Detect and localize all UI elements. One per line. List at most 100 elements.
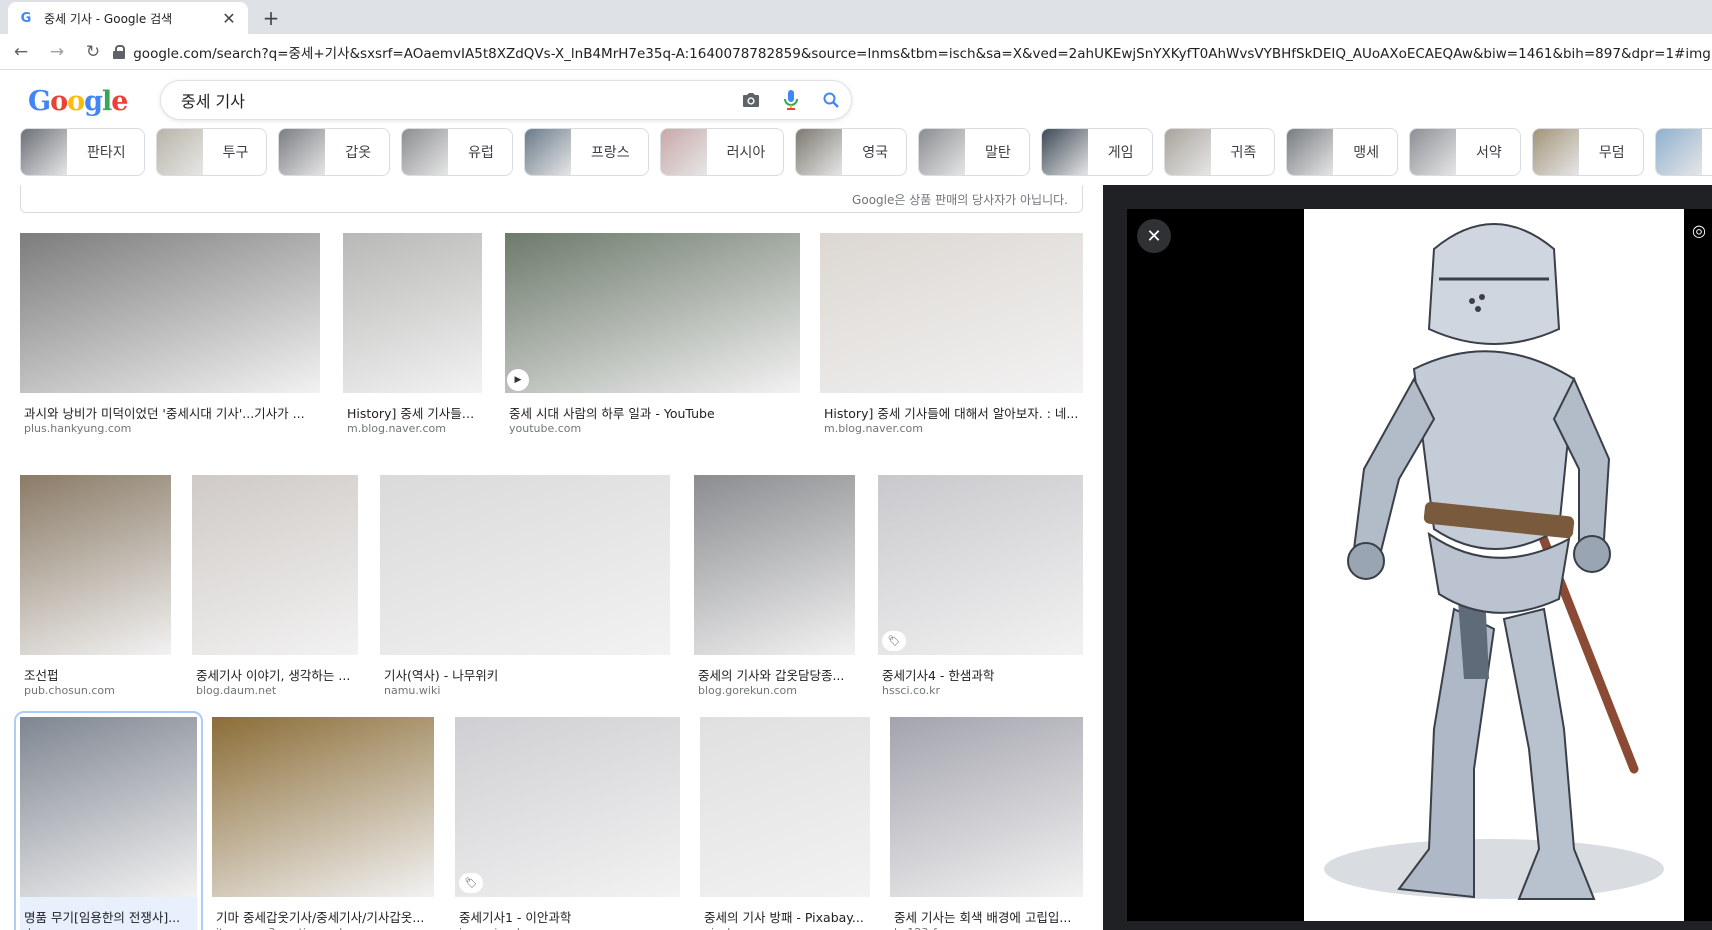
result-source[interactable]: m.blog.naver.com — [824, 422, 923, 435]
chip-label: 유럽 — [468, 145, 494, 161]
search-box[interactable]: 중세 기사 — [160, 80, 852, 120]
result-source[interactable]: m.blog.naver.com — [347, 422, 446, 435]
google-favicon-icon: G — [20, 10, 32, 26]
result-title[interactable]: 중세기사1 - 이안과학 — [459, 907, 678, 926]
result-thumbnail[interactable] — [890, 717, 1083, 897]
result-title[interactable]: 조선펍 — [24, 665, 169, 684]
browser-tab[interactable]: G 중세 기사 - Google 검색 ✕ — [8, 2, 248, 34]
result-source[interactable]: plus.hankyung.com — [24, 422, 131, 435]
reload-button[interactable]: ↻ — [78, 42, 108, 62]
result-source[interactable]: iaansci.co.kr — [459, 926, 528, 930]
result-tile[interactable]: History] 중세 기사들에 ... m.blog.naver.com — [343, 233, 482, 441]
chip-10[interactable]: 맹세 — [1286, 128, 1399, 176]
forward-button[interactable]: → — [42, 42, 72, 62]
search-icon[interactable] — [811, 91, 851, 109]
result-title[interactable]: 기사(역사) - 나무위키 — [384, 665, 668, 684]
result-source[interactable]: blog.gorekun.com — [698, 684, 797, 697]
result-thumbnail[interactable] — [20, 717, 197, 897]
result-thumbnail[interactable] — [192, 475, 358, 655]
result-tile[interactable]: 명품 무기[임용한의 전쟁사]...donga.com — [14, 711, 203, 930]
ad-disclaimer: Google은 상품 판매의 당사자가 아닙니다. — [852, 193, 1068, 207]
result-tile[interactable]: 과시와 낭비가 미덕이었던 '중세시대 기사'...기사가 ... plus.ha… — [20, 233, 320, 441]
result-thumbnail[interactable] — [343, 233, 482, 393]
chip-4[interactable]: 프랑스 — [523, 128, 649, 176]
chip-7[interactable]: 말탄 — [917, 128, 1030, 176]
result-tile[interactable]: 중세의 기사와 갑옷담당종... blog.gorekun.com — [694, 475, 855, 703]
result-tile[interactable]: History] 중세 기사들에 대해서 알아보자. : 네... m.blog.… — [820, 233, 1083, 441]
chip-label: 갑옷 — [345, 145, 372, 161]
result-thumbnail[interactable] — [878, 475, 1083, 655]
result-tile[interactable]: 🏷 중세기사1 - 이안과학iaansci.co.kr — [455, 717, 680, 930]
result-thumbnail[interactable] — [20, 233, 320, 393]
microphone-icon[interactable] — [771, 89, 811, 111]
result-thumbnail[interactable] — [212, 717, 434, 897]
google-logo[interactable]: Google — [28, 86, 128, 117]
chip-thumbnail — [1041, 129, 1088, 175]
result-thumbnail[interactable] — [505, 233, 800, 393]
chip-0[interactable]: 판타지 — [20, 128, 145, 176]
url-text[interactable]: google.com/search?q=중세+기사&sxsrf=AOaemvIA… — [133, 42, 1712, 62]
lock-icon[interactable] — [112, 45, 126, 59]
chip-8[interactable]: 게임 — [1040, 128, 1153, 176]
result-source[interactable]: youtube.com — [509, 422, 581, 435]
result-title[interactable]: 기마 중세갑옷기사/중세기사/기사갑옷... — [216, 907, 432, 926]
result-title[interactable]: History] 중세 기사들에 ... — [347, 403, 480, 422]
result-source[interactable]: hssci.co.kr — [882, 684, 940, 697]
lens-icon[interactable]: ◎ — [1692, 221, 1712, 255]
preview-image[interactable] — [1304, 209, 1684, 921]
result-thumbnail[interactable] — [380, 475, 670, 655]
result-title[interactable]: 명품 무기[임용한의 전쟁사]... — [24, 907, 195, 926]
result-tile[interactable]: 기마 중세갑옷기사/중세기사/기사갑옷...itempage3.auction.… — [212, 717, 434, 930]
result-thumbnail[interactable] — [455, 717, 680, 897]
result-tile[interactable]: ▶ 중세 시대 사람의 하루 일과 - YouTube youtube.com — [505, 233, 800, 441]
result-thumbnail[interactable] — [700, 717, 870, 897]
result-title[interactable]: 과시와 낭비가 미덕이었던 '중세시대 기사'...기사가 ... — [24, 403, 318, 422]
chip-3[interactable]: 유럽 — [401, 128, 513, 176]
result-title[interactable]: 중세의 기사와 갑옷담당종... — [698, 665, 853, 684]
result-source[interactable]: pub.chosun.com — [24, 684, 115, 697]
result-tile[interactable]: 🏷 중세기사4 - 한샘과학 hssci.co.kr — [878, 475, 1083, 703]
chip-1[interactable]: 투구 — [155, 128, 268, 176]
chip-thumbnail — [660, 129, 707, 175]
search-input[interactable]: 중세 기사 — [181, 88, 731, 112]
result-title[interactable]: 중세기사4 - 한샘과학 — [882, 665, 1081, 684]
result-tile[interactable]: 기사(역사) - 나무위키 namu.wiki — [380, 475, 670, 703]
result-tile[interactable]: 중세기사 이야기, 생각하는 ... blog.daum.net — [192, 475, 358, 703]
chip-thumbnail — [21, 129, 67, 175]
chip-2[interactable]: 갑옷 — [278, 128, 391, 176]
new-tab-button[interactable]: + — [260, 6, 282, 30]
result-tile[interactable]: 중세 기사는 회색 배경에 고립입...kr.123rf.com — [890, 717, 1083, 930]
chip-9[interactable]: 귀족 — [1163, 128, 1276, 176]
chip-label: 말탄 — [984, 145, 1011, 161]
result-source[interactable]: pixabay.com — [704, 926, 773, 930]
result-title[interactable]: 중세 기사는 회색 배경에 고립입... — [894, 907, 1081, 926]
back-button[interactable]: ← — [6, 42, 36, 62]
chip-12[interactable]: 무덤 — [1531, 128, 1644, 176]
result-tile[interactable]: 조선펍 pub.chosun.com — [20, 475, 171, 703]
chip-5[interactable]: 러시아 — [659, 128, 785, 176]
chip-thumbnail — [918, 129, 965, 175]
result-source[interactable]: blog.daum.net — [196, 684, 276, 697]
result-source[interactable]: namu.wiki — [384, 684, 440, 697]
result-title[interactable]: 중세기사 이야기, 생각하는 ... — [196, 665, 356, 684]
result-thumbnail[interactable] — [20, 475, 171, 655]
browser-tabstrip: G 중세 기사 - Google 검색 ✕ + — [0, 0, 1712, 34]
result-tile[interactable]: 중세의 기사 방패 - Pixabay...pixabay.com — [700, 717, 870, 930]
result-title[interactable]: 중세의 기사 방패 - Pixabay... — [704, 907, 868, 926]
address-bar[interactable]: google.com/search?q=중세+기사&sxsrf=AOaemvIA… — [112, 38, 1712, 66]
result-thumbnail[interactable] — [820, 233, 1083, 393]
close-viewer-button[interactable]: ✕ — [1137, 219, 1171, 253]
result-source[interactable]: itempage3.auction.co.kr — [216, 926, 350, 930]
result-source[interactable]: donga.com — [24, 926, 85, 930]
chip-11[interactable]: 서약 — [1409, 128, 1521, 176]
result-title[interactable]: 중세 시대 사람의 하루 일과 - YouTube — [509, 403, 798, 422]
chip-label: 투구 — [222, 145, 249, 161]
result-title[interactable]: History] 중세 기사들에 대해서 알아보자. : 네... — [824, 403, 1081, 422]
chip-13[interactable]: 레고 — [1654, 128, 1712, 176]
result-source[interactable]: kr.123rf.com — [894, 926, 963, 930]
chip-6[interactable]: 영국 — [795, 128, 907, 176]
camera-icon[interactable] — [731, 91, 771, 109]
related-chips: 판타지투구갑옷유럽프랑스러시아영국말탄게임귀족맹세서약무덤레고시대 — [20, 128, 1712, 176]
tab-close-icon[interactable]: ✕ — [220, 9, 238, 28]
result-thumbnail[interactable] — [694, 475, 855, 655]
